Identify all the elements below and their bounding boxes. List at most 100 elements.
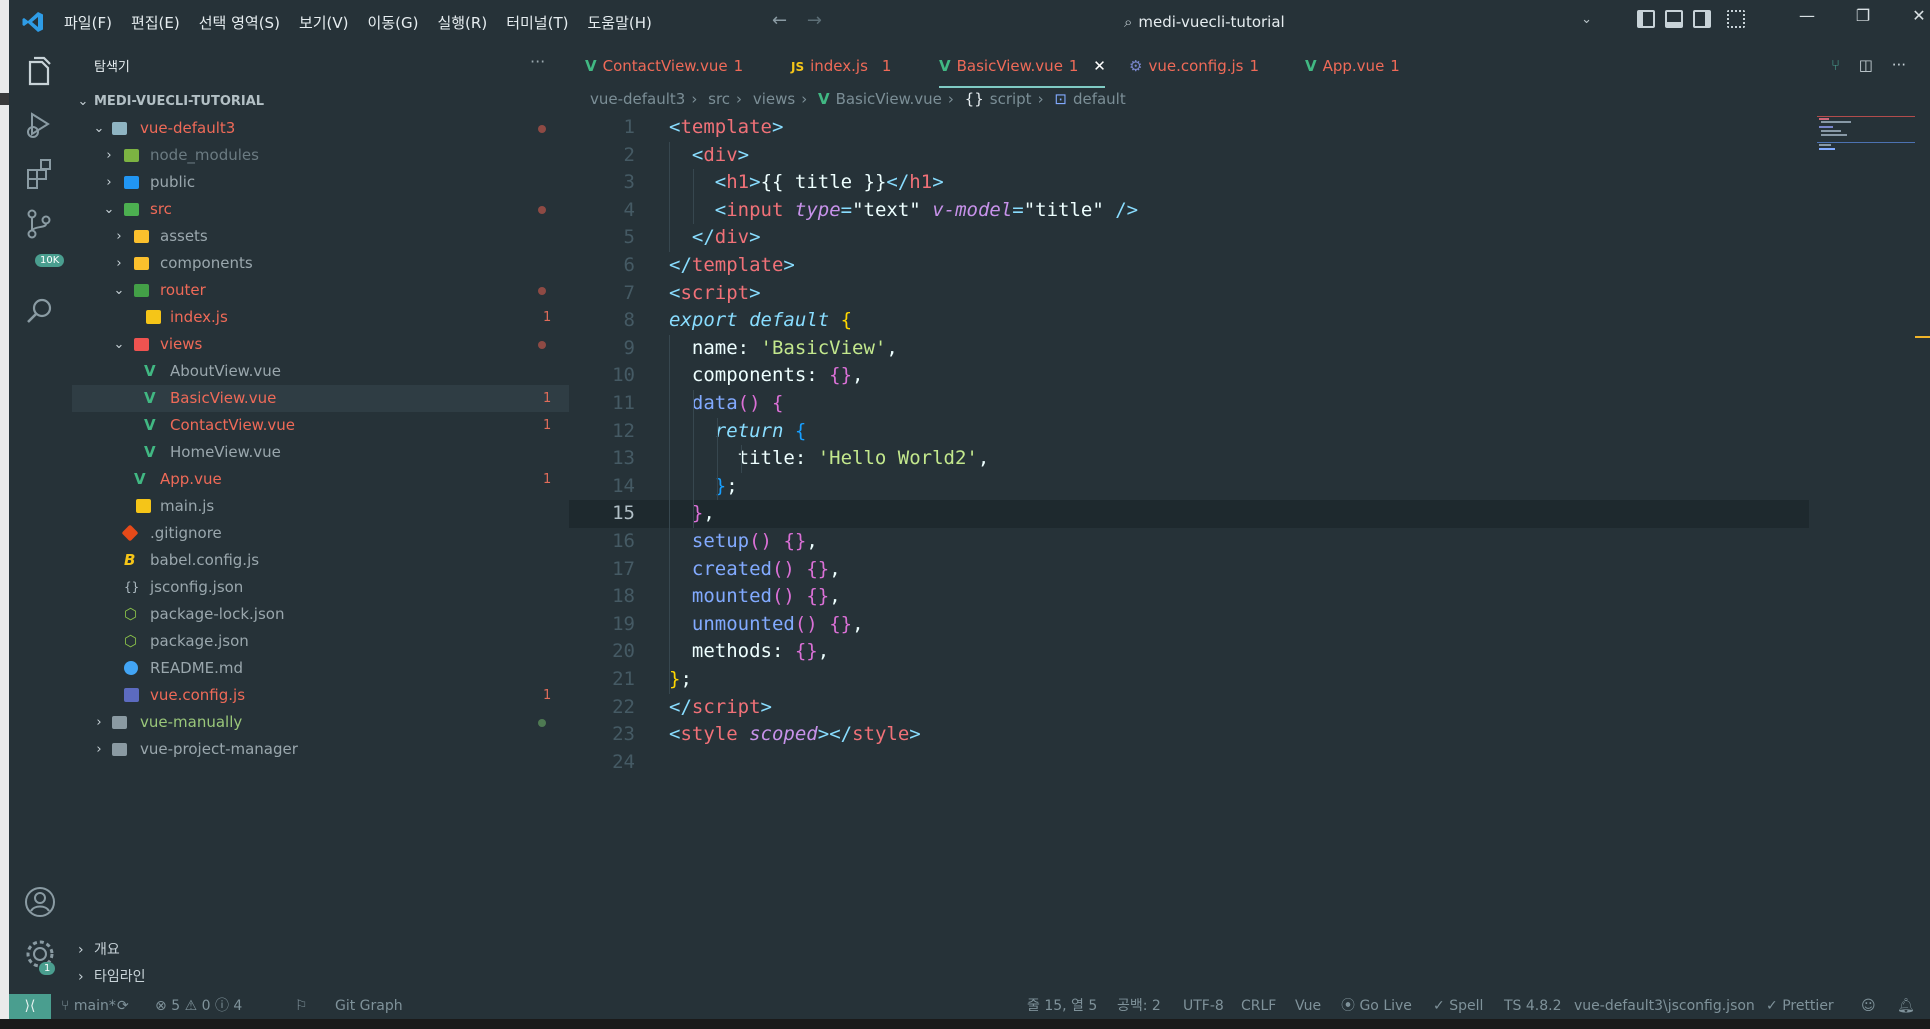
tree-item-package-lock[interactable]: ⬡ package-lock.json [72,601,569,628]
code-line[interactable]: 21}; [569,666,1809,694]
more-actions-icon[interactable]: ··· [1892,56,1906,74]
code-line[interactable]: 17 created() {}, [569,556,1809,584]
code-line[interactable]: 5 </div> [569,224,1809,252]
outline-section[interactable]: › 개요 [72,937,569,964]
tree-item-router[interactable]: ⌄ router [72,277,569,304]
run-debug-icon[interactable]: ⚐ [295,994,308,1019]
toggle-primary-sidebar-icon[interactable] [1637,10,1655,28]
problems-status[interactable]: ⊗ 5 ⚠ 0 ⓘ 4 [155,994,242,1019]
code-line[interactable]: 4 <input type="text" v-model="title" /> [569,197,1809,225]
tree-item-homeview[interactable]: V HomeView.vue [72,439,569,466]
breadcrumb-item[interactable]: BasicView.vue [836,90,942,108]
jsconfig-status[interactable]: vue-default3\jsconfig.json [1574,994,1755,1019]
bell-icon[interactable]: 🔔︎ [1897,994,1915,1019]
code-editor[interactable]: 1 <template> 2 <div> 3 <h1>{{ title }}</h1>… [569,114,1930,954]
tree-item-basicview[interactable]: V BasicView.vue 1 [72,385,569,412]
tree-item-vue-project-manager[interactable]: › vue-project-manager [72,736,569,763]
code-line[interactable]: 15 }, [569,500,1809,528]
prettier-status[interactable]: ✓ Prettier [1766,994,1834,1019]
code-line[interactable]: 1 <template> [569,114,1809,142]
timeline-section[interactable]: › 타임라인 [72,964,569,991]
tree-item-readme[interactable]: README.md [72,655,569,682]
menu-selection[interactable]: 선택 영역(S) [199,12,280,33]
tree-item-views[interactable]: ⌄ views [72,331,569,358]
tab-index-js[interactable]: JS index.js 1 [791,44,891,88]
menu-view[interactable]: 보기(V) [299,12,349,33]
forward-arrow-icon[interactable]: → [807,10,822,31]
code-line[interactable]: 24 [569,749,1809,777]
code-line[interactable]: 8 export default { [569,307,1809,335]
language-mode[interactable]: Vue [1295,994,1321,1019]
tree-item-babel-config[interactable]: B babel.config.js [72,547,569,574]
toggle-secondary-sidebar-icon[interactable] [1693,10,1711,28]
code-line[interactable]: 13 title: 'Hello World2', [569,445,1809,473]
split-editor-icon[interactable]: ◫ [1859,56,1873,74]
feedback-icon[interactable]: ☺ [1861,994,1876,1019]
tab-vue-config[interactable]: ⚙ vue.config.js 1 [1129,44,1259,88]
code-line[interactable]: 20 methods: {}, [569,638,1809,666]
tab-basicview[interactable]: V BasicView.vue 1 ✕ [939,44,1106,88]
run-debug-icon[interactable] [22,106,58,142]
breadcrumb-item[interactable]: default [1073,90,1126,108]
tree-item-app-vue[interactable]: V App.vue 1 [72,466,569,493]
menu-help[interactable]: 도움말(H) [587,12,651,33]
toggle-panel-icon[interactable] [1665,10,1683,28]
git-graph-button[interactable]: Git Graph [335,994,403,1019]
spell-check[interactable]: ✓ Spell [1433,994,1483,1019]
source-control-icon[interactable] [22,206,58,242]
go-live-button[interactable]: ⦿ Go Live [1341,994,1412,1019]
minimize-icon[interactable]: — [1779,6,1835,25]
more-actions-icon[interactable]: ··· [530,52,545,71]
breadcrumb-item[interactable]: src [708,90,730,108]
vertical-scrollbar[interactable] [1915,114,1930,954]
code-line[interactable]: 16 setup() {}, [569,528,1809,556]
tab-app-vue[interactable]: V App.vue 1 [1305,44,1400,88]
close-icon[interactable]: ✕ [1093,57,1106,75]
code-line[interactable]: 3 <h1>{{ title }}</h1> [569,169,1809,197]
eol[interactable]: CRLF [1241,994,1276,1019]
cursor-position[interactable]: 줄 15, 열 5 [1027,994,1097,1019]
menu-edit[interactable]: 편집(E) [131,12,180,33]
code-line[interactable]: 23 <style scoped></style> [569,721,1809,749]
code-line[interactable]: 2 <div> [569,142,1809,170]
branch-status[interactable]: ⑂ main* [61,994,116,1019]
ts-version[interactable]: TS 4.8.2 [1504,994,1562,1019]
restore-icon[interactable]: ❐ [1835,6,1891,25]
remote-indicator-icon[interactable]: ⟩⟨ [9,994,51,1019]
tree-item-index-js[interactable]: index.js 1 [72,304,569,331]
breadcrumb-item[interactable]: script [990,90,1032,108]
menu-run[interactable]: 실행(R) [437,12,487,33]
minimap[interactable] [1817,114,1917,174]
tree-item-gitignore[interactable]: .gitignore [72,520,569,547]
customize-layout-icon[interactable] [1727,10,1745,28]
indentation[interactable]: 공백: 2 [1117,994,1161,1019]
code-line[interactable]: 11 data() { [569,390,1809,418]
command-center-search[interactable]: ⌕ medi-vuecli-tutorial ⌄ [1124,8,1592,36]
code-line[interactable]: 14 }; [569,473,1809,501]
tree-item-contactview[interactable]: V ContactView.vue 1 [72,412,569,439]
close-window-icon[interactable]: ✕ [1891,6,1930,25]
encoding[interactable]: UTF-8 [1183,994,1224,1019]
git-branch-icon[interactable]: ⑂ [1831,56,1840,74]
tab-contactview[interactable]: V ContactView.vue 1 [585,44,743,88]
tree-item-main-js[interactable]: main.js [72,493,569,520]
back-arrow-icon[interactable]: ← [772,10,787,31]
tree-item-node-modules[interactable]: › node_modules [72,142,569,169]
code-line[interactable]: 10 components: {}, [569,362,1809,390]
tree-item-jsconfig[interactable]: {} jsconfig.json [72,574,569,601]
tree-item-components[interactable]: › components [72,250,569,277]
extensions-icon[interactable] [22,156,58,192]
tree-item-vue-default3[interactable]: ⌄ vue-default3 [72,115,569,142]
menu-go[interactable]: 이동(G) [368,12,419,33]
tree-item-src[interactable]: ⌄ src [72,196,569,223]
tree-item-vue-config[interactable]: vue.config.js 1 [72,682,569,709]
menu-file[interactable]: 파일(F) [64,12,112,33]
chevron-down-icon[interactable]: ⌄ [1581,12,1592,27]
code-line[interactable]: 19 unmounted() {}, [569,611,1809,639]
explorer-icon[interactable] [22,56,58,92]
code-line[interactable]: 6 </template> [569,252,1809,280]
code-line[interactable]: 22 </script> [569,694,1809,722]
tree-item-public[interactable]: › public [72,169,569,196]
tree-item-vue-manually[interactable]: › vue-manually [72,709,569,736]
breadcrumb-item[interactable]: vue-default3 [590,90,685,108]
